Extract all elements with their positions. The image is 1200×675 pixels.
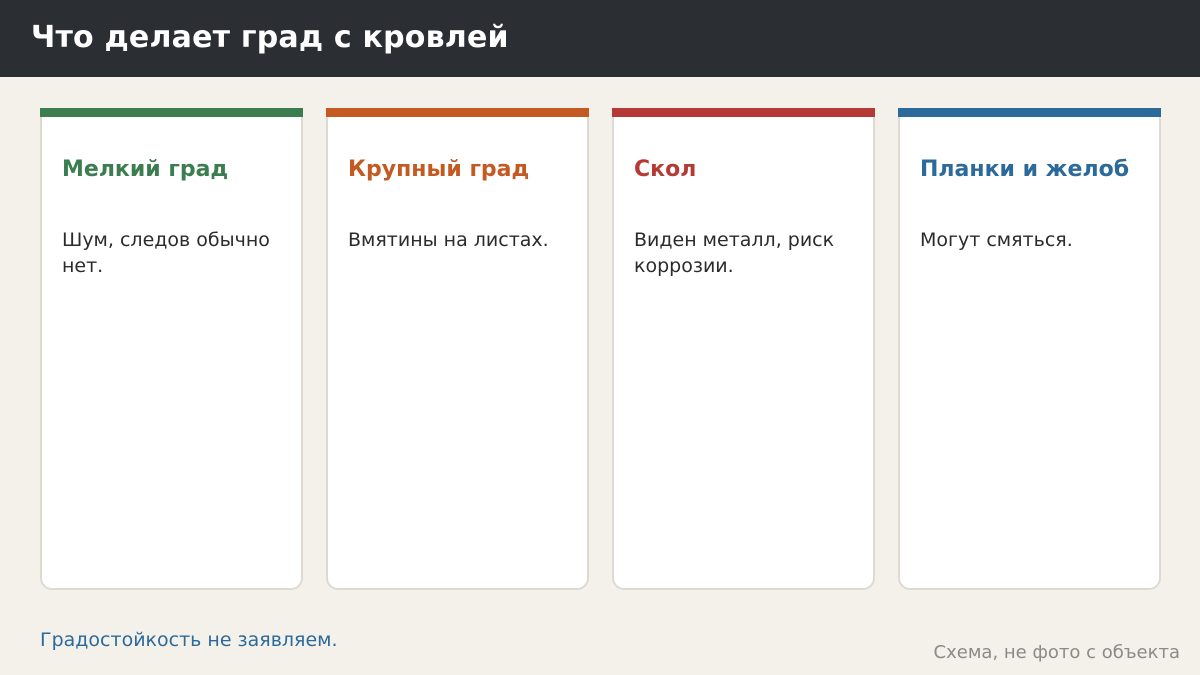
card-row: Мелкий град Шум, следов обычно нет. Круп… <box>0 0 1200 675</box>
card-title: Планки и желоб <box>920 157 1130 182</box>
card-text: Вмятины на листах. <box>348 229 549 251</box>
card-text: Могут смяться. <box>920 229 1073 251</box>
source-note: Схема, не фото с объекта <box>933 642 1180 663</box>
card-accent-bar <box>40 108 303 117</box>
card-body: Крупный град Вмятины на листах. <box>326 117 589 590</box>
card-accent-bar <box>898 108 1161 117</box>
card-accent-bar <box>326 108 589 117</box>
card-trims-gutter: Планки и желоб Могут смяться. <box>898 108 1161 590</box>
card-text: Виден металл, риск коррозии. <box>634 229 835 277</box>
card-text: Шум, следов обычно нет. <box>62 229 270 277</box>
card-title: Крупный град <box>348 157 530 182</box>
card-title: Мелкий град <box>62 157 229 182</box>
footer-note: Градостойкость не заявляем. <box>40 629 338 651</box>
card-large-hail: Крупный град Вмятины на листах. <box>326 108 589 590</box>
card-chip: Скол Виден металл, риск коррозии. <box>612 108 875 590</box>
card-body: Мелкий град Шум, следов обычно нет. <box>40 117 303 590</box>
card-body: Скол Виден металл, риск коррозии. <box>612 117 875 590</box>
card-accent-bar <box>612 108 875 117</box>
card-small-hail: Мелкий град Шум, следов обычно нет. <box>40 108 303 590</box>
card-title: Скол <box>634 157 697 182</box>
card-body: Планки и желоб Могут смяться. <box>898 117 1161 590</box>
